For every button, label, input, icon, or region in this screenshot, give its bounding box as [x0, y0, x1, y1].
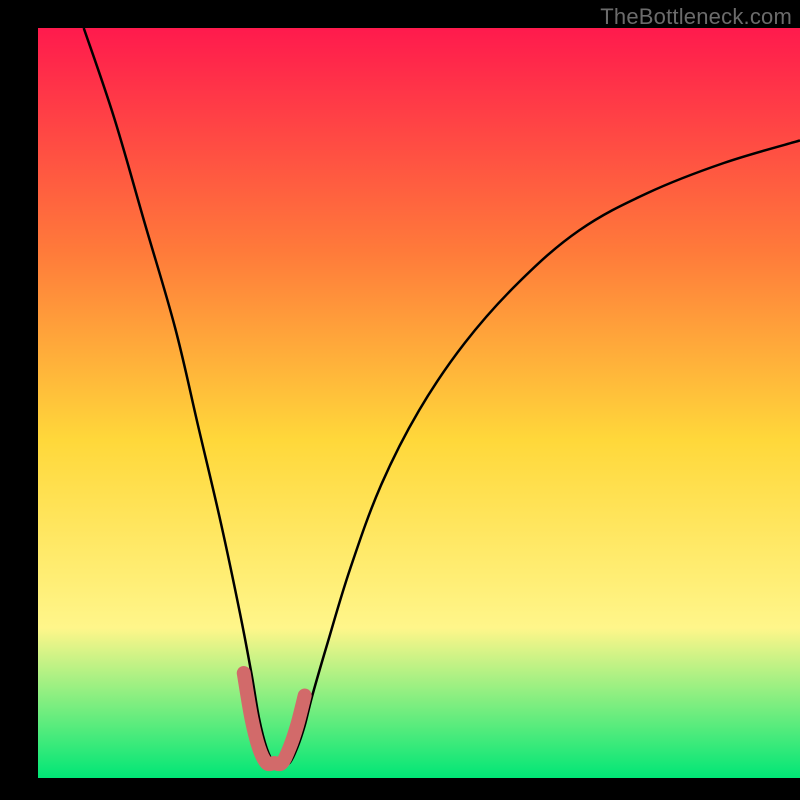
bottleneck-chart	[0, 0, 800, 800]
chart-frame: TheBottleneck.com	[0, 0, 800, 800]
plot-background	[38, 28, 800, 778]
watermark-text: TheBottleneck.com	[600, 4, 792, 30]
